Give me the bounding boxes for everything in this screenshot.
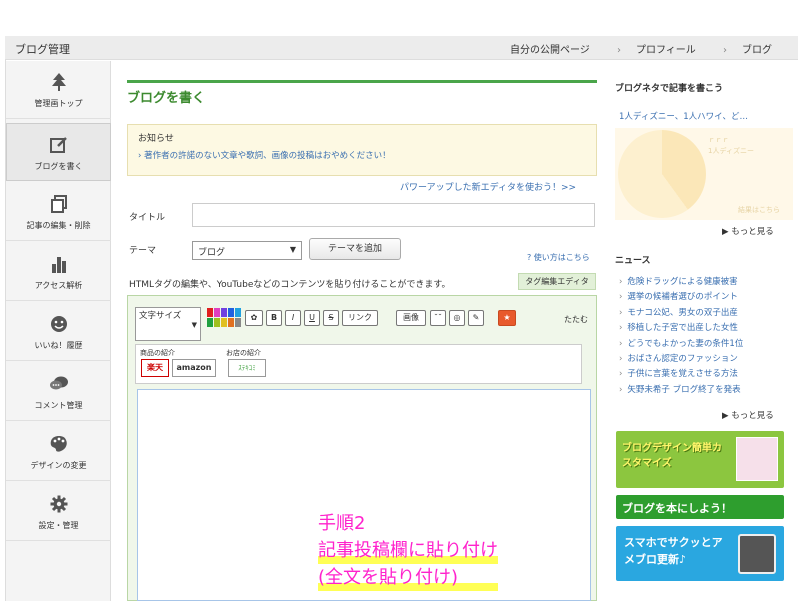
book-banner[interactable]: ブログを本にしよう！	[616, 495, 784, 519]
news-list: 危険ドラッグによる健康被害 選挙の候補者選びのポイント モナコ公妃、男女の双子出…	[619, 275, 743, 398]
neta-link[interactable]: 1人ディズニー、1人ハワイ、ど…	[619, 110, 748, 122]
collapse-link[interactable]: たたむ	[564, 314, 588, 325]
sidebar-item-comments[interactable]: コメント管理	[6, 363, 111, 421]
news-heading: ニュース	[615, 256, 651, 266]
pencil-icon	[7, 134, 110, 156]
shop-button[interactable]: ｽﾃｷｺﾐ	[228, 359, 266, 377]
annotation-instruction: 記事投稿欄に貼り付け	[318, 537, 498, 564]
rakuten-button[interactable]: 楽天	[141, 359, 169, 377]
news-item[interactable]: どうでもよかった妻の条件1位	[619, 337, 743, 352]
notice-link[interactable]: › 著作者の許諾のない文章や歌詞、画像の投稿はおやめください！	[138, 149, 586, 161]
news-item[interactable]: 選挙の候補者選びのポイント	[619, 290, 743, 305]
notice-title: お知らせ	[138, 134, 174, 144]
gift-icon[interactable]: ★	[498, 310, 516, 326]
notice-box: お知らせ › 著作者の許諾のない文章や歌詞、画像の投稿はおやめください！	[127, 124, 597, 176]
documents-icon	[6, 193, 111, 215]
more-link-2[interactable]: ▶ もっと見る	[722, 409, 774, 421]
pie-legend: ｒｒｒ 1人ディズニー	[708, 136, 754, 155]
image-button[interactable]: 画像	[396, 310, 426, 326]
italic-button[interactable]: I	[285, 310, 301, 326]
top-bar: ブログ管理 自分の公開ページ › プロフィール › ブログ	[5, 36, 798, 60]
tag-editor-button[interactable]: タグ編集エディタ	[518, 273, 596, 290]
news-item[interactable]: 移植した子宮で出産した女性	[619, 321, 743, 336]
neta-pie-chart	[618, 130, 706, 218]
annotation-overlay: 手順2 記事投稿欄に貼り付け (全文を貼り付け)	[318, 510, 498, 591]
page-heading: ブログを書く	[127, 80, 597, 106]
gear-icon	[6, 493, 111, 515]
caret-down-icon: ▼	[289, 245, 296, 254]
new-editor-link[interactable]: パワーアップした新エディタを使おう！>>	[400, 180, 576, 193]
amazon-button[interactable]: amazon	[172, 359, 216, 377]
public-page-link[interactable]: 自分の公開ページ	[510, 45, 590, 56]
news-item[interactable]: おばさん認定のファッション	[619, 352, 743, 367]
sidebar-item-analytics[interactable]: アクセス解析	[6, 243, 111, 301]
caret-down-icon: ▼	[191, 321, 197, 329]
bar-chart-icon	[6, 253, 111, 275]
smile-icon	[6, 313, 111, 335]
question-icon: ?	[527, 253, 532, 262]
more-link-1[interactable]: ▶ もっと見る	[722, 225, 774, 237]
sidebar-item-edit-delete[interactable]: 記事の編集・削除	[6, 183, 111, 241]
howto-link[interactable]: ? 使い方はこちら	[527, 252, 590, 263]
theme-label: テーマ	[129, 246, 157, 256]
emoticon-button[interactable]: ˘˘	[430, 310, 446, 326]
bold-button[interactable]: B	[266, 310, 282, 326]
decoration-icon[interactable]: ✎	[468, 310, 484, 326]
arrow-circle-icon: ▶	[722, 227, 729, 237]
color-palette[interactable]	[207, 308, 241, 327]
sidebar-item-design[interactable]: デザインの変更	[6, 423, 111, 481]
annotation-step: 手順2	[318, 513, 366, 534]
news-item[interactable]: 子供に言葉を覚えさせる方法	[619, 367, 743, 382]
design-banner[interactable]: ブログデザイン簡単カスタマイズ	[616, 431, 784, 488]
sidebar-item-top[interactable]: 管理画トップ	[6, 61, 111, 119]
font-size-select[interactable]: 文字サイズ ▼	[135, 307, 201, 341]
shop-label: お店の紹介	[226, 349, 261, 357]
theme-select[interactable]: ブログ ▼	[192, 241, 302, 260]
arrow-circle-icon: ▶	[722, 411, 729, 421]
stamp-icon[interactable]: ◎	[449, 310, 465, 326]
strike-button[interactable]: S	[323, 310, 339, 326]
underline-button[interactable]: U	[304, 310, 320, 326]
sidebar-item-likes[interactable]: いいね！履歴	[6, 303, 111, 361]
news-item[interactable]: 危険ドラッグによる健康被害	[619, 275, 743, 290]
palette-icon	[6, 433, 111, 455]
smartphone-banner[interactable]: スマホでサクッとアメブロ更新♪	[616, 526, 784, 581]
products-label: 商品の紹介	[140, 349, 175, 357]
comment-icon	[6, 373, 111, 395]
link-button[interactable]: リンク	[342, 310, 378, 326]
news-item[interactable]: 矢野未希子 ブログ終了を発表	[619, 383, 743, 398]
sidebar-item-write[interactable]: ブログを書く	[6, 123, 111, 181]
profile-link[interactable]: › プロフィール	[605, 45, 696, 56]
page-title: ブログ管理	[15, 43, 70, 56]
product-intro-bar: 商品の紹介 お店の紹介 楽天 amazon ｽﾃｷｺﾐ	[135, 344, 582, 384]
header-links: 自分の公開ページ › プロフィール › ブログ	[498, 41, 772, 56]
tree-icon	[6, 71, 111, 93]
annotation-note: (全文を貼り付け)	[318, 564, 498, 591]
news-item[interactable]: モナコ公妃、男女の双子出産	[619, 306, 743, 321]
add-theme-button[interactable]: テーマを追加	[309, 238, 401, 260]
sidebar: 管理画トップ ブログを書く 記事の編集・削除 アクセス解析 いいね！履歴 コメン…	[6, 61, 111, 601]
title-label: タイトル	[129, 213, 166, 223]
blog-link[interactable]: › ブログ	[711, 45, 772, 56]
pie-result-link[interactable]: 結果はこちら	[738, 205, 780, 215]
neta-heading: ブログネタで記事を書こう	[615, 84, 724, 94]
sidebar-item-settings[interactable]: 設定・管理	[6, 483, 111, 541]
emoji-picker-icon[interactable]: ✿	[245, 310, 263, 326]
title-input[interactable]	[192, 203, 595, 227]
html-note: HTMLタグの編集や、YouTubeなどのコンテンツを貼り付けることができます。	[129, 280, 451, 290]
